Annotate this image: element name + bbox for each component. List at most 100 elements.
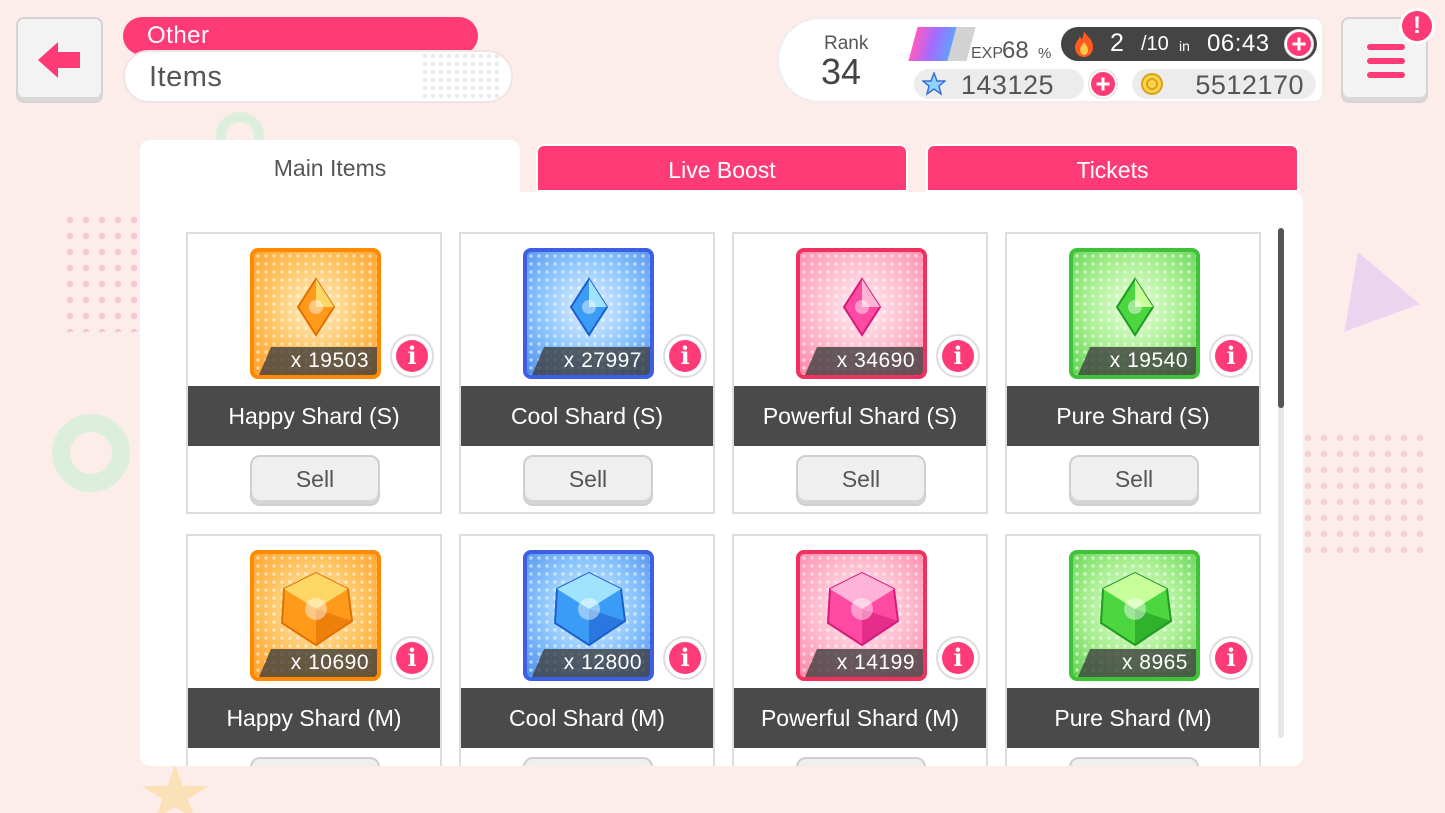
info-button[interactable]: i <box>936 334 980 378</box>
item-icon-frame: x 34690 <box>796 248 927 379</box>
hamburger-menu-icon <box>1367 44 1405 86</box>
item-name: Happy Shard (M) <box>188 688 440 748</box>
shard-icon <box>553 572 626 647</box>
tab-tickets[interactable]: Tickets <box>926 144 1299 192</box>
stamina-current: 2 <box>1110 29 1124 57</box>
item-icon-frame: x 27997 <box>523 248 654 379</box>
sell-button[interactable]: Sell <box>796 455 926 506</box>
item-name: Powerful Shard (S) <box>734 386 986 446</box>
sell-button[interactable]: Sell <box>250 455 380 506</box>
sell-button[interactable]: Sell <box>796 757 926 766</box>
sell-button[interactable]: Sell <box>523 455 653 506</box>
scrollbar[interactable] <box>1278 228 1284 738</box>
item-quantity: x 19503 <box>259 347 377 375</box>
add-stamina-button[interactable] <box>1285 30 1313 58</box>
tab-main-items[interactable]: Main Items <box>140 140 520 192</box>
background-triangle-decoration <box>1320 238 1420 332</box>
coin-currency-value: 5512170 <box>1195 70 1304 100</box>
shard-icon <box>280 572 353 647</box>
page-title: Items <box>123 50 513 103</box>
coin-icon <box>1141 73 1163 95</box>
coin-currency: 5512170 <box>1132 69 1316 100</box>
stamina-max: /10 <box>1141 33 1169 55</box>
item-icon-frame: x 10690 <box>250 550 381 681</box>
stamina-timer: 06:43 <box>1207 30 1270 57</box>
item-quantity: x 10690 <box>259 649 377 677</box>
shard-icon <box>826 572 899 647</box>
item-name: Pure Shard (M) <box>1007 688 1259 748</box>
info-button[interactable]: i <box>663 636 707 680</box>
info-icon: i <box>953 341 963 370</box>
info-icon: i <box>953 643 963 672</box>
item-card[interactable]: x 19540 i Pure Shard (S) Sell <box>1005 232 1261 514</box>
item-name: Happy Shard (S) <box>188 386 440 446</box>
star-currency-value: 143125 <box>960 70 1054 100</box>
stamina-in-label: in <box>1179 38 1190 54</box>
item-name: Powerful Shard (M) <box>734 688 986 748</box>
sell-button[interactable]: Sell <box>1069 455 1199 506</box>
item-name: Cool Shard (M) <box>461 688 713 748</box>
item-card[interactable]: x 12800 i Cool Shard (M) Sell <box>459 534 715 766</box>
info-icon: i <box>1226 341 1236 370</box>
item-icon-frame: x 12800 <box>523 550 654 681</box>
flame-icon <box>1075 31 1093 57</box>
info-button[interactable]: i <box>390 636 434 680</box>
item-card[interactable]: x 19503 i Happy Shard (S) Sell <box>186 232 442 514</box>
item-quantity: x 8965 <box>1078 649 1196 677</box>
add-stars-button[interactable] <box>1089 70 1117 98</box>
exp-label: EXP <box>971 45 1004 62</box>
info-button[interactable]: i <box>390 334 434 378</box>
info-button[interactable]: i <box>1209 636 1253 680</box>
player-status-panel: Rank 34 EXP 68 % 2 /10 in 06:43 143125 5… <box>777 17 1324 103</box>
info-icon: i <box>407 643 417 672</box>
item-quantity: x 27997 <box>532 347 650 375</box>
star-icon <box>922 72 946 96</box>
shard-icon <box>842 277 881 338</box>
item-icon-frame: x 8965 <box>1069 550 1200 681</box>
background-ring-decoration <box>52 414 130 492</box>
info-button[interactable]: i <box>936 636 980 680</box>
item-quantity: x 12800 <box>532 649 650 677</box>
item-icon-frame: x 19503 <box>250 248 381 379</box>
tab-live-boost[interactable]: Live Boost <box>536 144 908 192</box>
item-card[interactable]: x 27997 i Cool Shard (S) Sell <box>459 232 715 514</box>
shard-icon <box>296 277 335 338</box>
back-button[interactable] <box>16 17 103 103</box>
item-quantity: x 34690 <box>805 347 923 375</box>
info-icon: i <box>407 341 417 370</box>
item-name: Pure Shard (S) <box>1007 386 1259 446</box>
shard-icon <box>569 277 608 338</box>
shard-icon <box>1115 277 1154 338</box>
exp-percent-unit: % <box>1038 45 1052 62</box>
item-card[interactable]: x 14199 i Powerful Shard (M) Sell <box>732 534 988 766</box>
item-grid: x 8965 i Pure Shard (M) Sell x 14199 i <box>140 192 1303 766</box>
item-quantity: x 14199 <box>805 649 923 677</box>
background-dots-decoration <box>1300 430 1430 560</box>
sell-button[interactable]: Sell <box>1069 757 1199 766</box>
shard-icon <box>1099 572 1172 647</box>
info-button[interactable]: i <box>663 334 707 378</box>
stamina-display: 2 /10 in 06:43 <box>1061 27 1317 61</box>
exp-value: 68 <box>1002 37 1029 64</box>
exp-progress-bar <box>908 27 976 61</box>
sell-button[interactable]: Sell <box>523 757 653 766</box>
item-name: Cool Shard (S) <box>461 386 713 446</box>
info-button[interactable]: i <box>1209 334 1253 378</box>
info-icon: i <box>1226 643 1236 672</box>
rank-value: 34 <box>821 51 862 92</box>
background-star-decoration <box>141 765 209 813</box>
info-icon: i <box>680 341 690 370</box>
page-title-text: Items <box>149 61 223 93</box>
item-card[interactable]: x 8965 i Pure Shard (M) Sell <box>1005 534 1261 766</box>
exclamation-icon: ! <box>1399 8 1435 44</box>
items-panel: Main Items Live Boost Tickets x 8965 i P… <box>140 140 1303 766</box>
item-icon-frame: x 19540 <box>1069 248 1200 379</box>
scrollbar-thumb[interactable] <box>1278 228 1284 408</box>
item-quantity: x 19540 <box>1078 347 1196 375</box>
arrow-left-icon <box>37 42 80 78</box>
sell-button[interactable]: Sell <box>250 757 380 766</box>
title-dots-decoration <box>421 52 501 101</box>
item-card[interactable]: x 10690 i Happy Shard (M) Sell <box>186 534 442 766</box>
item-card[interactable]: x 34690 i Powerful Shard (S) Sell <box>732 232 988 514</box>
item-icon-frame: x 14199 <box>796 550 927 681</box>
